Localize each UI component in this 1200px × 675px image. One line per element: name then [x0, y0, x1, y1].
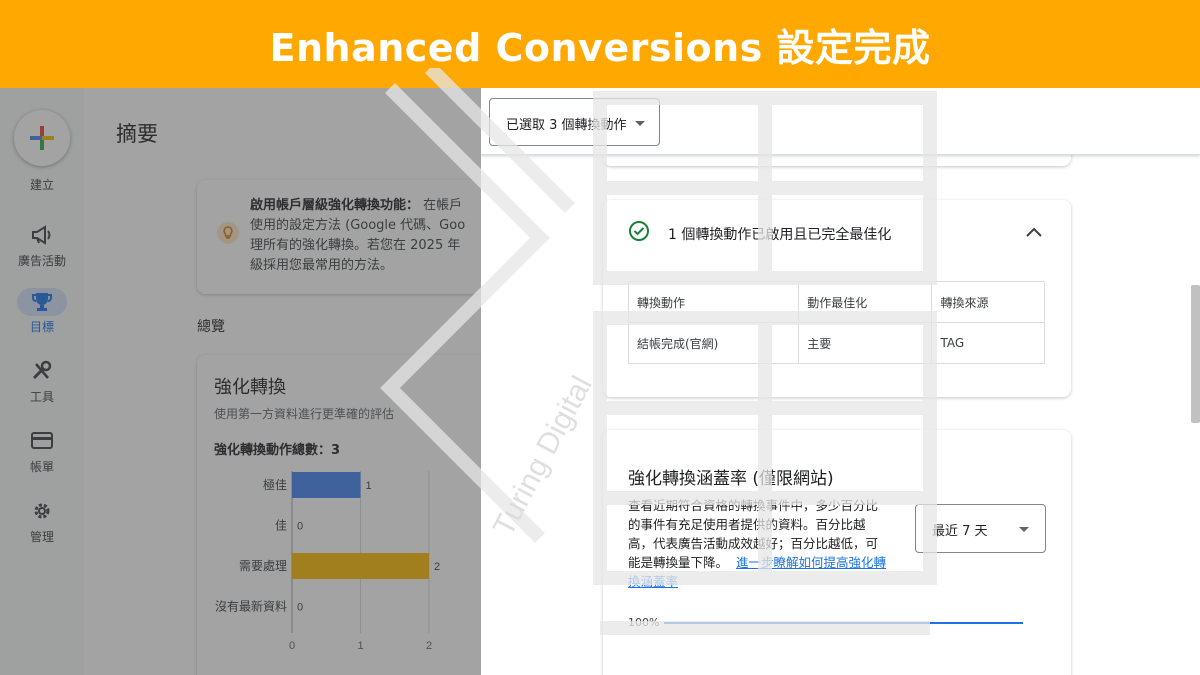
ec-status-bar-chart: 0 1 2極佳 1佳 0需要處理 2沒有最新資料 0 — [215, 471, 440, 652]
date-range-selector[interactable]: 最近 7 天 — [915, 504, 1046, 553]
overview-heading: 總覽 — [197, 319, 225, 335]
page-title: 摘要 — [116, 122, 158, 146]
table-header-row: 轉換動作 動作最佳化 轉換來源 — [627, 281, 1045, 323]
conversion-actions-table: 轉換動作 動作最佳化 轉換來源 結帳完成(官網) 主要 TAG — [627, 281, 1045, 364]
create-button[interactable] — [14, 110, 70, 166]
table-cell: 主要 — [798, 322, 933, 364]
data-label: 2 — [434, 561, 440, 573]
scrollbar-thumb[interactable] — [1191, 285, 1200, 423]
lightbulb-icon — [223, 226, 233, 239]
coverage-description: 查看近期符合資格的轉換事件中，多少百分比 的事件有充足使用者提供的資料。百分比越… — [628, 498, 886, 589]
table-cell: TAG — [931, 322, 1045, 364]
table-cell: 結帳完成(官網) — [627, 322, 800, 364]
dropdown-arrow-icon — [635, 121, 645, 126]
coverage-rate-card: 強化轉換涵蓋率 (僅限網站) 查看近期符合資格的轉換事件中，多少百分比 的事件有… — [603, 430, 1071, 675]
bar — [292, 472, 361, 498]
nav-item-admin[interactable]: 管理 — [0, 498, 84, 545]
x-tick-label: 1 — [357, 640, 363, 652]
notice-heading: 啟用帳戶層級強化轉換功能： — [250, 198, 420, 213]
nav-item-goals[interactable]: 目標 — [0, 288, 84, 335]
status-title: 1 個轉換動作已啟用且已完全最佳化 — [668, 227, 892, 243]
navigation-rail: 建立 廣告活動 目標 工具 帳單 管理 — [0, 88, 84, 675]
chevron-up-icon[interactable] — [1023, 222, 1045, 244]
conversion-action-selector[interactable]: 已選取 3 個轉換動作 — [489, 98, 660, 146]
x-tick-label: 0 — [289, 640, 295, 652]
credit-card-icon — [31, 432, 53, 449]
bar — [292, 553, 429, 579]
notice-text: 啟用帳戶層級強化轉換功能： 在帳戶 使用的設定方法 (Google 代碼、Goo… — [250, 198, 466, 273]
table-row: 結帳完成(官網) 主要 TAG — [627, 322, 1045, 364]
banner-title: Enhanced Conversions 設定完成 — [269, 25, 931, 70]
panel-toolbar: 已選取 3 個轉換動作 — [481, 88, 1200, 155]
coverage-percent-label: 100% — [628, 616, 660, 629]
title-banner: Enhanced Conversions 設定完成 — [0, 0, 1200, 88]
coverage-trend-line — [664, 622, 1023, 624]
x-tick-label: 2 — [426, 640, 432, 652]
plus-icon — [30, 126, 54, 150]
check-circle-icon — [629, 221, 649, 241]
coverage-title: 強化轉換涵蓋率 (僅限網站) — [628, 469, 834, 489]
conversion-details-panel: 已選取 3 個轉換動作 1 個轉換動作已啟用且已完全最佳化 轉換動作 動作最佳化… — [481, 88, 1200, 675]
category-label: 需要處理 — [239, 559, 287, 573]
summary-page: 建立 廣告活動 目標 工具 帳單 管理 摘要 啟用帳戶層級強化轉換功能： 在帳戶… — [0, 88, 481, 675]
nav-item-billing[interactable]: 帳單 — [0, 428, 84, 475]
category-label: 極佳 — [263, 477, 287, 492]
data-label: 0 — [297, 602, 303, 614]
column-header: 轉換來源 — [931, 281, 1045, 323]
nav-item-create[interactable]: 建立 — [0, 172, 84, 193]
wrench-icon — [32, 360, 52, 380]
data-label: 1 — [366, 480, 372, 492]
column-header: 動作最佳化 — [798, 281, 933, 323]
category-label: 沒有最新資料 — [215, 599, 287, 614]
trophy-icon — [32, 293, 52, 311]
megaphone-icon — [32, 225, 51, 245]
enhanced-conversions-card: 強化轉換 使用第一方資料進行更準確的評估 強化轉換動作總數：3 0 1 2 極佳 1 佳 0… — [197, 355, 481, 675]
enhanced-conversions-notice: 啟用帳戶層級強化轉換功能： 在帳戶 使用的設定方法 (Google 代碼、Goo… — [197, 180, 481, 294]
column-header: 轉換動作 — [627, 281, 800, 323]
optimization-status-card: 1 個轉換動作已啟用且已完全最佳化 轉換動作 動作最佳化 轉換來源 結帳完成(官… — [603, 200, 1071, 397]
gear-icon — [34, 503, 50, 519]
nav-item-campaigns[interactable]: 廣告活動 — [0, 222, 84, 269]
category-label: 佳 — [275, 519, 287, 533]
data-label: 0 — [297, 521, 303, 533]
nav-item-tools[interactable]: 工具 — [0, 358, 84, 405]
dropdown-arrow-icon — [1019, 527, 1029, 532]
